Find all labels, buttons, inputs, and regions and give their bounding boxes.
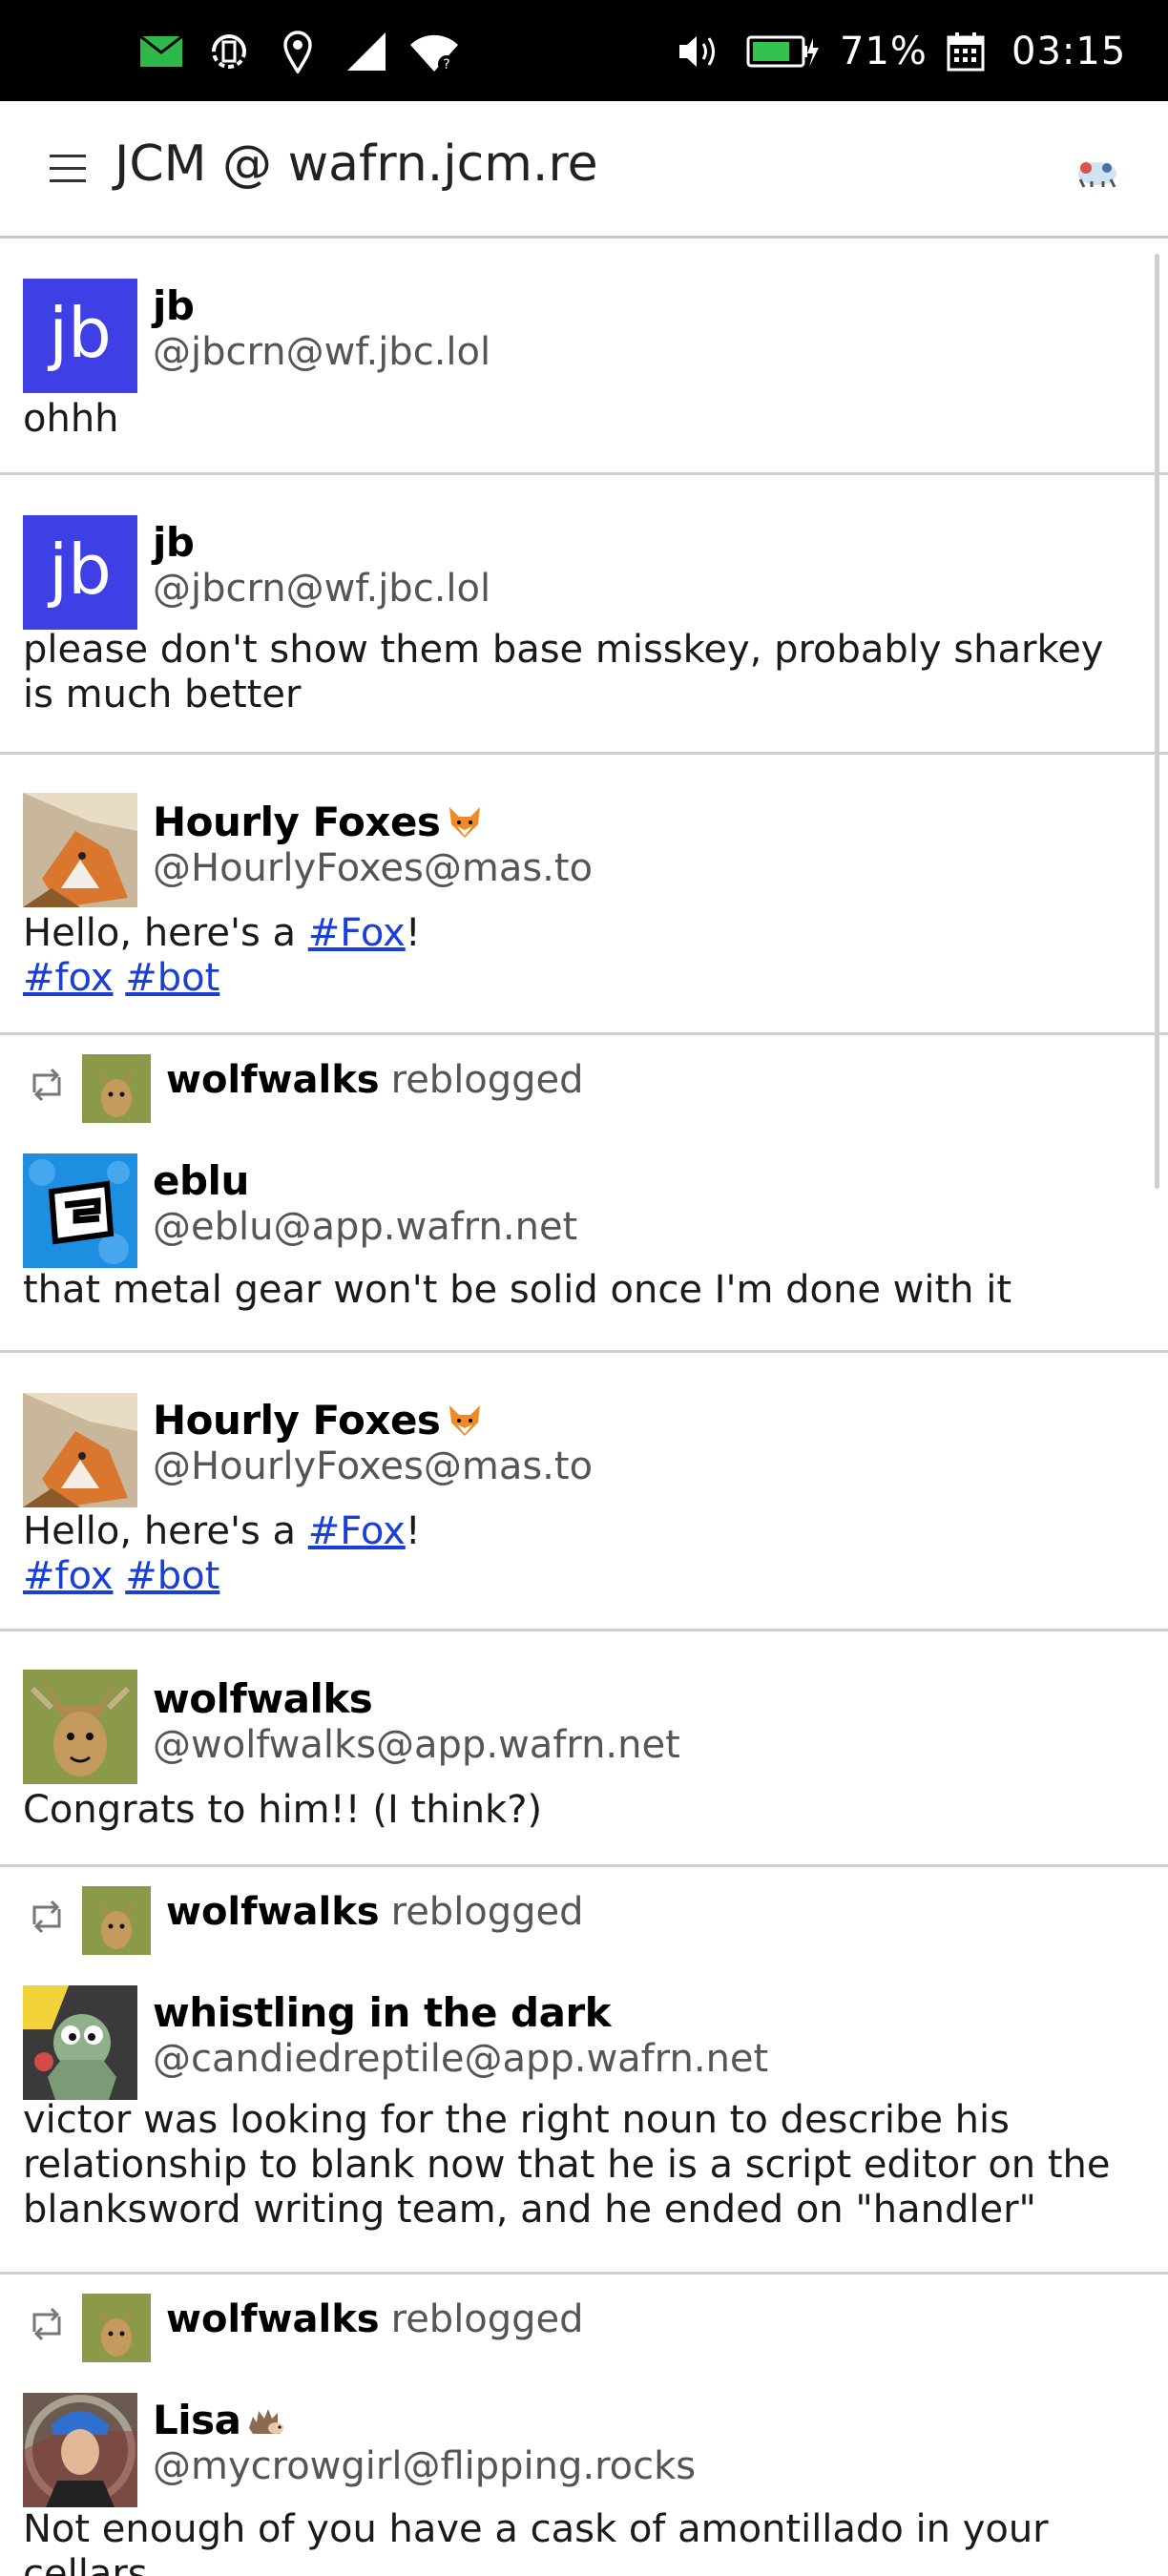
post-content: ohhh: [23, 397, 119, 441]
signal-icon: [345, 25, 387, 78]
rotation-icon: [206, 25, 252, 78]
post-content: Not enough of you have a cask of amontil…: [23, 2507, 1049, 2576]
hashtag-link[interactable]: #Fox: [308, 911, 406, 955]
post-author-name[interactable]: eblu: [153, 1157, 249, 1204]
hamburger-menu-icon[interactable]: [50, 155, 86, 185]
post-content: Hello, here's a #Fox! #fox #bot: [23, 1509, 1120, 1599]
clock: 03:15: [1012, 30, 1127, 73]
wifi-icon: ?: [408, 25, 460, 78]
author-name-text: Hourly Foxes: [153, 1397, 441, 1444]
battery-icon: [746, 25, 819, 78]
volume-icon: [678, 25, 721, 78]
battery-percent: 71%: [840, 30, 928, 73]
calendar-icon: [947, 25, 985, 78]
author-name-text: Hourly Foxes: [153, 799, 441, 845]
post-author-name[interactable]: whistling in the dark: [153, 1989, 612, 2036]
author-name-text: Lisa: [153, 2397, 241, 2443]
post-text: !: [405, 911, 421, 955]
post-author-handle[interactable]: @jbcrn@wf.jbc.lol: [153, 330, 490, 374]
avatar[interactable]: [23, 1670, 137, 1784]
mail-icon: [139, 25, 183, 78]
reblog-label: reblogged: [390, 1890, 584, 1934]
svg-text:jb: jb: [47, 530, 112, 610]
post[interactable]: jb jb @jbcrn@wf.jbc.lol please don't sho…: [0, 475, 1168, 755]
post-text: Hello, here's a: [23, 911, 308, 955]
post[interactable]: wolfwalks reblogged Lisa @mycrowgirl@flip…: [0, 2275, 1168, 2576]
hashtag-link[interactable]: #bot: [125, 1554, 219, 1598]
post-author-name[interactable]: jb: [153, 282, 195, 329]
reblog-indicator[interactable]: wolfwalks reblogged: [0, 1879, 1168, 1955]
post-content: Congrats to him!! (I think?): [23, 1788, 543, 1832]
hashtag-link[interactable]: #Fox: [308, 1509, 406, 1553]
avatar[interactable]: jb: [23, 279, 137, 393]
reblog-indicator[interactable]: wolfwalks reblogged: [0, 2286, 1168, 2362]
avatar[interactable]: [23, 1393, 137, 1507]
reblog-icon: [27, 1900, 67, 1934]
post-author-handle[interactable]: @HourlyFoxes@mas.to: [153, 846, 593, 890]
feed-scrollbar[interactable]: [1155, 254, 1159, 1189]
avatar[interactable]: [23, 2393, 137, 2507]
hashtag-link[interactable]: #fox: [23, 956, 114, 1000]
page-title: JCM @ wafrn.jcm.re: [115, 135, 598, 193]
reblog-icon: [27, 1068, 67, 1102]
hashtag-link[interactable]: #fox: [23, 1554, 114, 1598]
reblog-indicator[interactable]: wolfwalks reblogged: [0, 1047, 1168, 1123]
reblogger-name-text: wolfwalks: [166, 1058, 380, 1102]
reblogger-name-text: wolfwalks: [166, 1890, 380, 1934]
app-header: JCM @ wafrn.jcm.re: [0, 101, 1168, 239]
reblogger-avatar[interactable]: [82, 1054, 151, 1123]
post-author-name[interactable]: jb: [153, 519, 195, 566]
fox-emoji-icon: [446, 803, 484, 841]
post[interactable]: wolfwalks reblogged eblu @eblu@app.wafrn.…: [0, 1035, 1168, 1353]
post-author-name[interactable]: wolfwalks: [153, 1675, 373, 1722]
post-text: !: [405, 1509, 421, 1553]
reblogger-avatar[interactable]: [82, 2294, 151, 2362]
post-author-name[interactable]: Lisa: [153, 2397, 285, 2443]
svg-text:?: ?: [443, 57, 449, 73]
fox-emoji-icon: [446, 1402, 484, 1440]
post[interactable]: wolfwalks @wolfwalks@app.wafrn.net Congr…: [0, 1631, 1168, 1867]
reblogger-name[interactable]: wolfwalks reblogged: [166, 1058, 584, 1102]
reblogger-name[interactable]: wolfwalks reblogged: [166, 1890, 584, 1934]
post-author-handle[interactable]: @candiedreptile@app.wafrn.net: [153, 2037, 768, 2081]
post[interactable]: wolfwalks reblogged whistling in the dark…: [0, 1867, 1168, 2275]
post-author-handle[interactable]: @eblu@app.wafrn.net: [153, 1205, 577, 1249]
reblog-icon: [27, 2307, 67, 2341]
post-content: Hello, here's a #Fox! #fox #bot: [23, 911, 1120, 1001]
post-author-handle[interactable]: @jbcrn@wf.jbc.lol: [153, 567, 490, 611]
avatar[interactable]: jb: [23, 515, 137, 630]
hashtag-link[interactable]: #bot: [125, 956, 219, 1000]
post-content: victor was looking for the right noun to…: [23, 2098, 1111, 2232]
reblog-label: reblogged: [390, 2297, 584, 2341]
post-author-handle[interactable]: @mycrowgirl@flipping.rocks: [153, 2444, 696, 2488]
post-author-name[interactable]: Hourly Foxes: [153, 1397, 484, 1444]
timeline-feed[interactable]: jb jb @jbcrn@wf.jbc.lol ohhh jb jb @jbcr…: [0, 239, 1168, 2576]
post-text: Hello, here's a: [23, 1509, 308, 1553]
post-author-name[interactable]: Hourly Foxes: [153, 799, 484, 845]
location-icon: [282, 25, 313, 78]
post[interactable]: Hourly Foxes @HourlyFoxes@mas.to Hello, …: [0, 755, 1168, 1035]
status-bar: ? 71% 03:15: [0, 0, 1168, 101]
reblogger-name-text: wolfwalks: [166, 2297, 380, 2341]
svg-text:jb: jb: [47, 293, 112, 373]
post-author-handle[interactable]: @wolfwalks@app.wafrn.net: [153, 1723, 680, 1767]
reblog-label: reblogged: [390, 1058, 584, 1102]
avatar[interactable]: [23, 793, 137, 907]
avatar[interactable]: [23, 1153, 137, 1268]
post[interactable]: jb jb @jbcrn@wf.jbc.lol ohhh: [0, 239, 1168, 475]
post-content: that metal gear won't be solid once I'm …: [23, 1268, 1012, 1312]
post-content: please don't show them base misskey, pro…: [23, 628, 1104, 717]
reblogger-avatar[interactable]: [82, 1886, 151, 1955]
reblogger-name[interactable]: wolfwalks reblogged: [166, 2297, 584, 2341]
post[interactable]: Hourly Foxes @HourlyFoxes@mas.to Hello, …: [0, 1353, 1168, 1631]
post-author-handle[interactable]: @HourlyFoxes@mas.to: [153, 1444, 593, 1488]
account-avatar-icon[interactable]: [1074, 151, 1120, 189]
hedgehog-emoji-icon: [247, 2401, 285, 2440]
avatar[interactable]: [23, 1985, 137, 2100]
